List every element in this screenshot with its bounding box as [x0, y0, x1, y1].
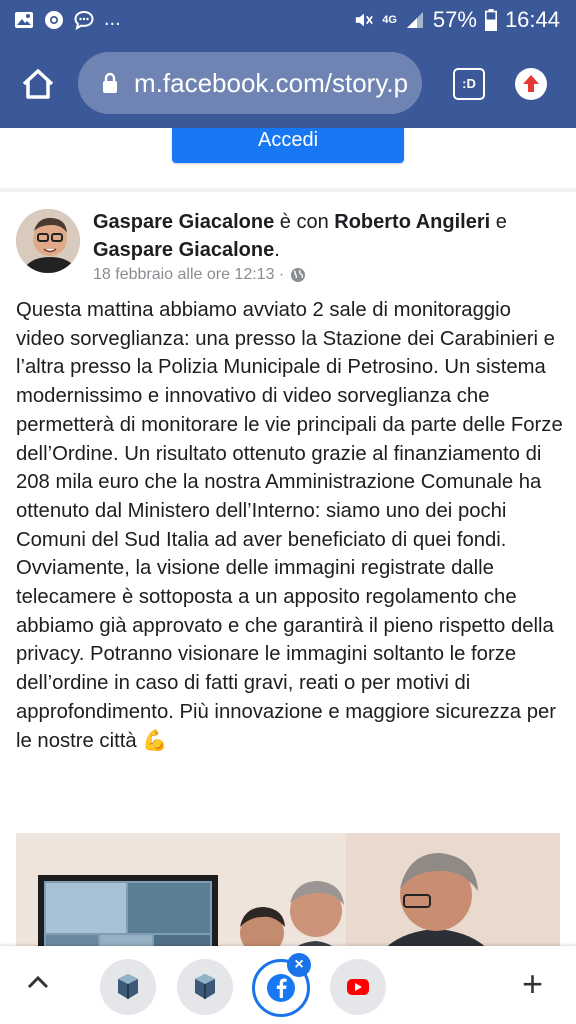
chevron-up-icon[interactable]: [26, 974, 50, 990]
chrome-notification-icon: [45, 10, 63, 29]
globe-icon: [291, 268, 306, 282]
battery-icon: [484, 9, 497, 31]
bottom-tab-bar: × +: [0, 946, 576, 1024]
tab-shortcut-2[interactable]: [177, 959, 233, 1015]
post-date[interactable]: 18 febbraio alle ore 12:13 ·: [93, 266, 284, 284]
gallery-notification-icon: [15, 11, 33, 28]
post-body: Questa mattina abbiamo avviato 2 sale di…: [16, 299, 563, 752]
url-text[interactable]: m.facebook.com/story.p: [134, 68, 414, 99]
browser-toolbar: m.facebook.com/story.p :D: [0, 40, 576, 128]
header-period: .: [274, 239, 280, 261]
mute-icon: [356, 13, 374, 27]
page-content: Accedi Gaspare Giacalone è con Roberto A…: [0, 128, 576, 946]
lock-icon: [103, 72, 117, 93]
upload-arrow-icon: [523, 75, 539, 92]
battery-percent: 57%: [432, 7, 477, 32]
login-button[interactable]: Accedi: [172, 128, 404, 163]
author-photo: [16, 209, 80, 273]
clock: 16:44: [504, 7, 560, 32]
post-card: Gaspare Giacalone è con Roberto Angileri…: [0, 192, 576, 946]
tagged-person-2[interactable]: Gaspare Giacalone: [93, 239, 274, 261]
network-type: 4G: [382, 13, 397, 26]
more-notifications-indicator: ...: [104, 8, 121, 30]
signal-icon: [406, 12, 423, 28]
address-bar[interactable]: m.facebook.com/story.p: [78, 52, 422, 114]
status-bar: ... 4G 57% 16:44: [0, 0, 576, 40]
close-tab-badge[interactable]: ×: [287, 953, 311, 977]
with-text: è con: [274, 211, 335, 233]
avatar[interactable]: [16, 209, 80, 273]
login-area: Accedi: [0, 128, 576, 188]
message-notification-icon: [74, 10, 94, 30]
youtube-tab[interactable]: [330, 959, 386, 1015]
home-icon[interactable]: [20, 66, 56, 102]
cube-app-icon: [195, 974, 215, 999]
post-timestamp[interactable]: 18 febbraio alle ore 12:13 ·: [93, 266, 306, 284]
post-image: [16, 833, 560, 946]
youtube-icon: [347, 979, 369, 995]
add-tab-button[interactable]: +: [522, 966, 543, 1002]
post-header: Gaspare Giacalone è con Roberto Angileri…: [93, 208, 563, 264]
and-text: e: [490, 211, 507, 233]
tab-shortcut-1[interactable]: [100, 959, 156, 1015]
post-photo[interactable]: [16, 833, 560, 946]
tagged-person-1[interactable]: Roberto Angileri: [334, 211, 490, 233]
cube-app-icon: [118, 974, 138, 999]
author-name[interactable]: Gaspare Giacalone: [93, 211, 274, 233]
tab-switcher-button[interactable]: :D: [453, 68, 485, 100]
upload-button[interactable]: [515, 68, 547, 100]
